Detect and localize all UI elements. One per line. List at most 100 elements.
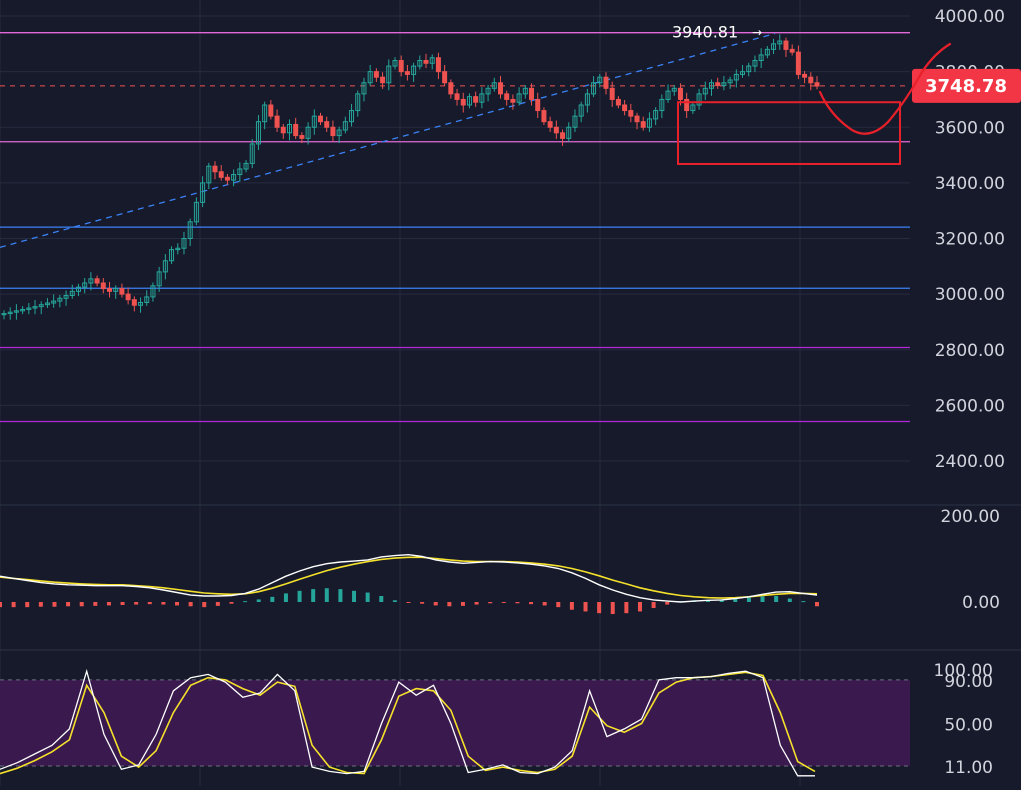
chart-canvas[interactable]: 3940.81→ 4000.003800.003600.003400.00320… xyxy=(0,0,1021,786)
macd-histogram-bar xyxy=(106,602,111,606)
candle-body xyxy=(100,282,106,290)
macd-histogram-bar xyxy=(365,592,370,602)
candle-body xyxy=(330,126,336,137)
candle-body xyxy=(454,93,460,100)
macd-histogram-bar xyxy=(447,602,452,607)
macd-histogram-bar xyxy=(379,595,384,602)
macd-histogram-bar xyxy=(801,601,806,603)
candle-body xyxy=(677,87,683,100)
candle-body xyxy=(398,60,404,73)
macd-histogram-bar xyxy=(515,602,520,604)
macd-axis-tick: 0.00 xyxy=(962,593,1000,613)
gridlines xyxy=(0,0,1021,786)
price-axis-tick: 3600.00 xyxy=(935,118,1005,138)
macd-signal-line xyxy=(0,556,818,599)
macd-histogram-bar xyxy=(147,602,152,605)
macd-histogram-bar xyxy=(787,598,792,602)
macd-histogram-bar xyxy=(460,602,465,606)
price-axis-tick: 2600.00 xyxy=(935,396,1005,416)
price-axis-tick: 2400.00 xyxy=(935,452,1005,472)
macd-histogram-bar xyxy=(256,599,261,602)
stochastic-panel[interactable] xyxy=(0,668,910,777)
candle-body xyxy=(268,104,274,117)
stochastic-axis-tick: 11.00 xyxy=(944,758,993,778)
candle-body xyxy=(553,126,559,134)
last-price-label: 3748.78 xyxy=(925,76,1007,97)
candle-body xyxy=(373,71,379,78)
candle-body xyxy=(125,293,131,301)
macd-histogram-bar xyxy=(488,602,493,604)
macd-histogram-bar xyxy=(161,602,166,605)
macd-histogram-bar xyxy=(746,597,751,602)
candle-body xyxy=(560,132,566,139)
macd-histogram-bar xyxy=(52,602,57,607)
candle-body xyxy=(324,121,330,128)
candle-body xyxy=(795,51,801,75)
macd-histogram-bar xyxy=(774,595,779,602)
macd-histogram-bar xyxy=(433,602,438,606)
macd-histogram-bar xyxy=(297,590,302,602)
macd-histogram-bar xyxy=(311,589,316,602)
annotations xyxy=(677,42,952,165)
macd-histogram-bar xyxy=(38,602,43,607)
price-axis-tick: 3200.00 xyxy=(935,230,1005,250)
candle-body xyxy=(293,123,299,137)
candle-body xyxy=(802,73,808,78)
candle-body xyxy=(715,82,721,87)
candle-body xyxy=(504,93,510,100)
macd-histogram-bar xyxy=(760,596,765,602)
macd-histogram-bar xyxy=(665,602,670,605)
candle-body xyxy=(274,115,280,128)
trading-chart[interactable]: 3940.81→ 4000.003800.003600.003400.00320… xyxy=(0,0,1021,786)
macd-histogram-bar xyxy=(283,593,288,602)
macd-histogram-bar xyxy=(215,602,220,606)
candle-body xyxy=(603,76,609,89)
candle-body xyxy=(299,135,305,139)
macd-histogram-bar xyxy=(392,600,397,602)
candle-body xyxy=(628,110,634,117)
macd-histogram-bar xyxy=(501,602,506,603)
candle-body xyxy=(94,278,100,284)
macd-histogram-bar xyxy=(324,588,329,602)
price-axis-tick: 4000.00 xyxy=(935,7,1005,27)
candle-body xyxy=(640,121,646,128)
candle-body xyxy=(318,115,324,123)
high-price-arrow: → xyxy=(752,25,762,39)
macd-histogram-bar xyxy=(529,602,534,605)
candle-body xyxy=(547,121,553,128)
candle-body xyxy=(218,171,224,178)
macd-histogram-bar xyxy=(624,602,629,614)
price-axis-tick: 2800.00 xyxy=(935,341,1005,361)
candle-body xyxy=(634,115,640,123)
candle-body xyxy=(615,98,621,106)
price-panel[interactable]: 3940.81 → xyxy=(0,22,910,423)
macd-histogram-bar xyxy=(11,602,16,608)
macd-axis-tick: 200.00 xyxy=(941,507,1000,527)
macd-histogram-bar xyxy=(270,596,275,602)
macd-histogram-bar xyxy=(66,602,71,607)
candle-body xyxy=(119,288,125,295)
macd-histogram-bar xyxy=(175,602,180,606)
candle-body xyxy=(510,98,516,103)
macd-line xyxy=(0,553,818,603)
macd-histogram-bar xyxy=(420,602,425,604)
macd-histogram-bar xyxy=(202,602,207,608)
price-axis[interactable]: 4000.003800.003600.003400.003200.003000.… xyxy=(912,7,1021,778)
candle-body xyxy=(808,76,814,84)
candle-body xyxy=(783,40,789,50)
candle-body xyxy=(789,48,795,53)
macd-histogram-bar xyxy=(120,602,125,606)
macd-histogram-bar xyxy=(637,602,642,612)
macd-histogram-bar xyxy=(243,601,248,603)
macd-histogram-bar xyxy=(338,589,343,602)
candle-body xyxy=(442,71,448,84)
macd-histogram-bar xyxy=(815,602,819,607)
macd-panel[interactable] xyxy=(0,553,819,615)
candle-body xyxy=(423,60,429,64)
high-price-label: 3940.81 xyxy=(672,22,738,41)
price-axis-tick: 3000.00 xyxy=(935,285,1005,305)
candle-body xyxy=(224,176,230,181)
candle-body xyxy=(460,98,466,106)
macd-histogram-bar xyxy=(134,602,139,605)
macd-histogram-bar xyxy=(556,602,561,608)
